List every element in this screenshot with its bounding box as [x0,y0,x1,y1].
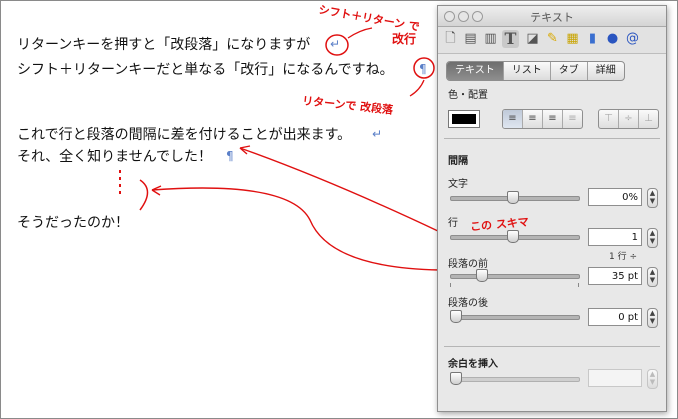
table-icon[interactable]: ▦ [564,30,581,48]
inset-section-label: 余白を挿入 [448,359,498,370]
slider-thumb[interactable] [475,269,488,282]
quicktime-icon[interactable]: @ [624,30,641,48]
valign-middle-button[interactable]: ÷ [619,110,639,128]
slider-thumb[interactable] [450,310,462,323]
slider-thumb[interactable] [506,191,519,204]
before-paragraph-field[interactable]: 35 pt [588,267,642,285]
link-icon[interactable]: ● [604,30,621,48]
before-paragraph-label: 段落の前 [448,259,488,270]
divider [444,346,660,347]
char-spacing-label: 文字 [448,179,468,190]
spacing-section-label: 間隔 [448,156,468,167]
tab-more[interactable]: 詳細 [588,62,624,80]
text-line-3[interactable]: これで行と段落の間隔に差を付けることが出来ます。 [17,126,351,144]
tab-bar: テキスト リスト タブ 詳細 [446,61,625,81]
chart-icon[interactable]: ▮ [584,30,601,48]
line-spacing-field[interactable]: 1 [588,228,642,246]
inset-field[interactable] [588,369,642,387]
before-paragraph-stepper[interactable]: ▲ ▼ [647,267,658,287]
divider [444,138,660,139]
text-line-1[interactable]: リターンキーを押すと「改段落」になりますが [17,36,310,54]
align-center-button[interactable]: ≡ [523,110,543,128]
return-mark: ↵ [372,127,383,141]
line-unit-popup[interactable]: 1 行 ÷ [609,249,637,262]
valign-top-button[interactable]: ⊤ [599,110,619,128]
wrap-icon[interactable]: ▥ [482,30,499,48]
pilcrow-mark: ¶ [226,149,234,163]
valign-bottom-button[interactable]: ⊥ [639,110,658,128]
color-alignment-label: 色・配置 [448,90,488,101]
align-justify-button[interactable]: ≡ [563,110,582,128]
vertical-alignment-buttons: ⊤ ÷ ⊥ [598,109,659,129]
text-inspector-panel: テキスト 🗋 ▤ ▥ T ◪ ✎ ▦ ▮ ● @ テキスト リスト タブ 詳細 … [437,5,667,412]
text-color-well[interactable] [448,110,480,128]
slider-thumb[interactable] [506,230,519,243]
after-paragraph-label: 段落の後 [448,298,488,309]
line-spacing-stepper[interactable]: ▲ ▼ [647,228,658,248]
document-icon[interactable]: 🗋 [442,30,459,48]
after-paragraph-slider[interactable] [450,310,580,323]
tab-tabs[interactable]: タブ [551,62,588,80]
text-icon[interactable]: T [502,30,519,48]
char-spacing-slider[interactable] [450,191,580,204]
slider-thumb[interactable] [450,372,462,385]
text-line-5[interactable]: そうだったのか！ [17,214,129,232]
tab-list[interactable]: リスト [504,62,551,80]
char-spacing-stepper[interactable]: ▲ ▼ [647,188,658,208]
panel-title: テキスト [530,11,574,24]
return-mark: ↵ [330,37,341,51]
inspector-toolbar: 🗋 ▤ ▥ T ◪ ✎ ▦ ▮ ● @ [438,27,666,54]
inset-stepper[interactable]: ▲ ▼ [647,369,658,389]
after-paragraph-stepper[interactable]: ▲ ▼ [647,308,658,328]
panel-titlebar[interactable]: テキスト [438,6,666,27]
after-paragraph-field[interactable]: 0 pt [588,308,642,326]
char-spacing-field[interactable]: 0% [588,188,642,206]
line-spacing-label: 行 [448,218,458,229]
tab-text[interactable]: テキスト [447,62,504,80]
line-spacing-slider[interactable] [450,230,580,243]
layout-icon[interactable]: ▤ [462,30,479,48]
align-right-button[interactable]: ≡ [543,110,563,128]
annotation-return-paragraph: リターンで 改段落 [301,94,394,117]
text-line-4[interactable]: それ、全く知りませんでした！ [17,148,212,166]
slider-ticks [450,283,579,287]
inset-slider[interactable] [450,372,580,385]
metrics-icon[interactable]: ✎ [544,30,561,48]
alignment-buttons: ≡ ≡ ≡ ≡ [502,109,583,129]
pilcrow-mark: ¶ [419,62,427,76]
annotation-kaigyou: 改行 [392,32,417,46]
graphic-icon[interactable]: ◪ [524,30,541,48]
text-line-2[interactable]: シフト＋リターンキーだと単なる「改行」になるんですね。 [17,61,394,79]
before-paragraph-slider[interactable] [450,269,580,282]
align-left-button[interactable]: ≡ [503,110,523,128]
